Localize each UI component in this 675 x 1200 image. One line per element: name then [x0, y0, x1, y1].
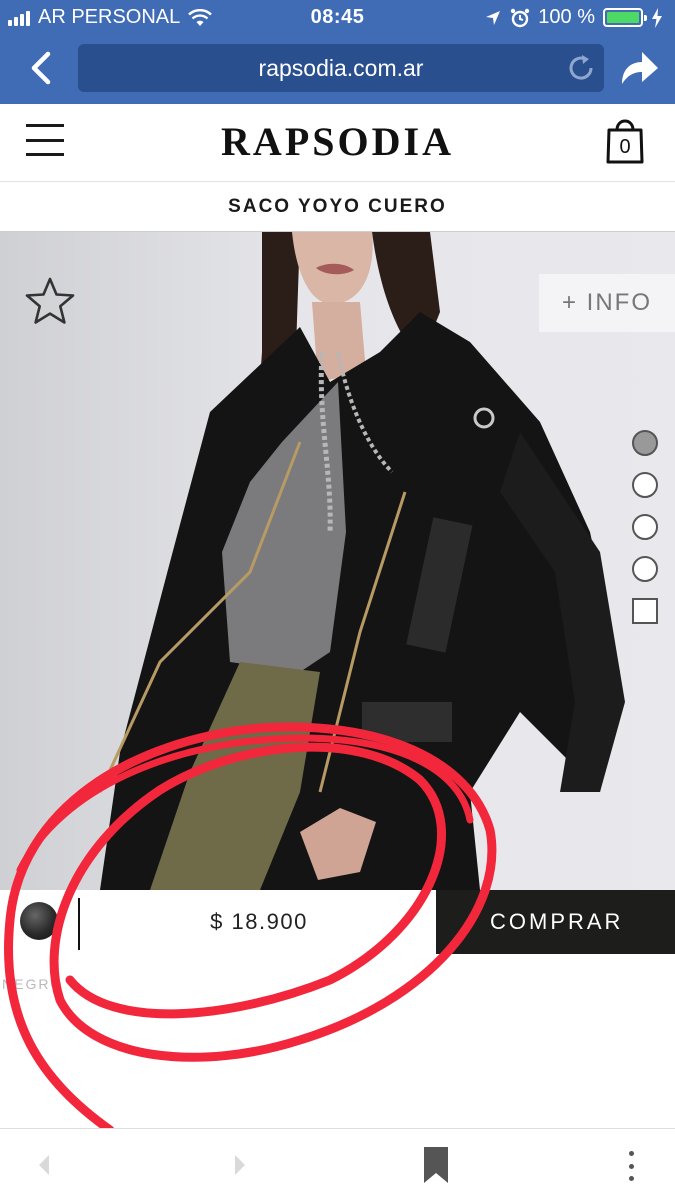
color-swatch-cell: [0, 890, 82, 954]
product-image[interactable]: + INFO: [0, 232, 675, 890]
chevron-left-icon[interactable]: [24, 50, 60, 86]
image-dot-4[interactable]: [632, 556, 658, 582]
reload-icon[interactable]: [566, 53, 596, 83]
purchase-row: $ 18.900 COMPRAR: [0, 890, 675, 954]
chevron-right-icon[interactable]: [230, 1153, 250, 1177]
color-swatch-black[interactable]: [20, 902, 58, 940]
image-dot-1[interactable]: [632, 430, 658, 456]
share-arrow-icon[interactable]: [618, 48, 660, 88]
buy-button[interactable]: COMPRAR: [436, 890, 675, 954]
browser-chrome: AR PERSONAL 08:45 100 % rapsodia.com.ar: [0, 0, 675, 104]
more-vertical-icon[interactable]: [626, 1151, 636, 1181]
bookmark-icon[interactable]: [422, 1145, 450, 1185]
video-square-icon[interactable]: [632, 598, 658, 624]
browser-toolbar: [0, 1128, 675, 1200]
charging-bolt-icon: [652, 7, 662, 28]
image-dot-3[interactable]: [632, 514, 658, 540]
shopping-bag-icon[interactable]: 0: [604, 116, 646, 164]
battery-icon: [603, 8, 647, 27]
product-title: SACO YOYO CUERO: [0, 182, 675, 232]
url-field[interactable]: rapsodia.com.ar: [78, 44, 604, 92]
price-label: $ 18.900: [82, 890, 436, 954]
status-bar: AR PERSONAL 08:45 100 %: [0, 0, 675, 36]
chevron-left-icon[interactable]: [34, 1153, 54, 1177]
cart-count: 0: [619, 136, 631, 158]
alarm-icon: [511, 8, 530, 27]
url-row: rapsodia.com.ar: [0, 40, 675, 98]
image-dot-2[interactable]: [632, 472, 658, 498]
color-name-label: NEGRO: [2, 976, 64, 992]
location-arrow-icon: [486, 10, 501, 25]
battery-percentage: 100 %: [538, 6, 595, 28]
info-button[interactable]: + INFO: [539, 274, 675, 332]
site-header: RAPSODIA 0: [0, 104, 675, 182]
image-thumbnail-selector: [632, 430, 660, 640]
url-text: rapsodia.com.ar: [258, 55, 424, 81]
brand-logo[interactable]: RAPSODIA: [0, 118, 675, 165]
swatch-divider: [78, 898, 80, 950]
star-outline-icon[interactable]: [24, 276, 76, 326]
